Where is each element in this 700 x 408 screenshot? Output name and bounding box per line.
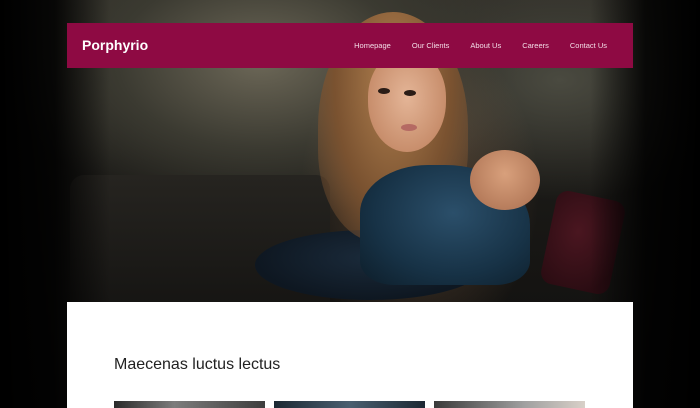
thumbnail-image[interactable]: [274, 401, 425, 408]
nav-link-homepage[interactable]: Homepage: [354, 41, 391, 50]
nav-link-our-clients[interactable]: Our Clients: [412, 41, 450, 50]
nav-link-about-us[interactable]: About Us: [470, 41, 501, 50]
site-logo[interactable]: Porphyrio: [82, 23, 148, 68]
content-panel: Maecenas luctus lectus: [67, 302, 633, 408]
hero-lips: [401, 124, 417, 131]
nav-link-contact-us[interactable]: Contact Us: [570, 41, 607, 50]
hero-shoulder: [470, 150, 540, 210]
section-title: Maecenas luctus lectus: [114, 356, 281, 373]
hero-eye: [404, 90, 416, 96]
site-header: Porphyrio Homepage Our Clients About Us …: [67, 23, 633, 68]
hero-eye: [378, 88, 390, 94]
thumbnail-image[interactable]: [434, 401, 585, 408]
thumbnail-image[interactable]: [114, 401, 265, 408]
nav-link-careers[interactable]: Careers: [522, 41, 549, 50]
main-nav: Homepage Our Clients About Us Careers Co…: [333, 23, 607, 68]
